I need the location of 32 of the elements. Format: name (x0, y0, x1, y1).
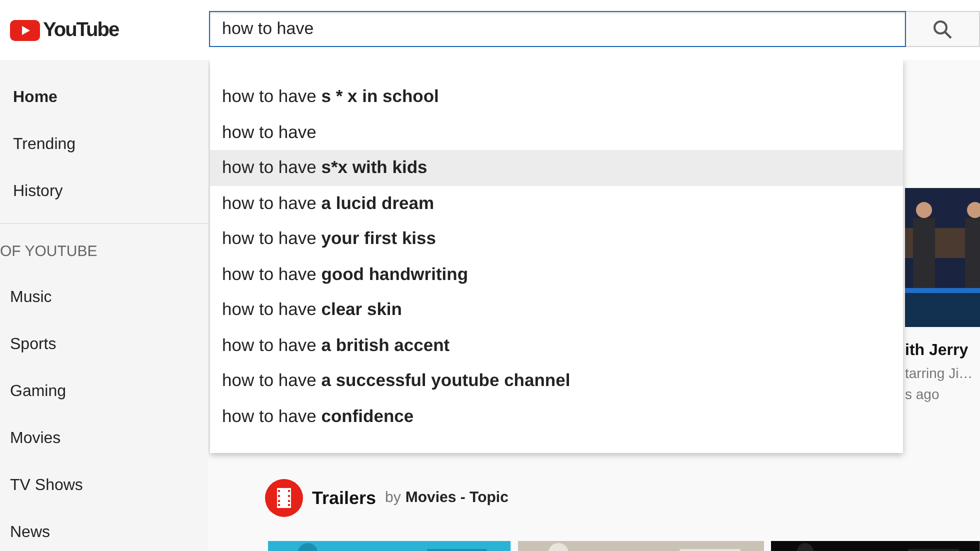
suggestion-item[interactable]: how to have good handwriting (210, 256, 903, 292)
sidebar-item[interactable]: Trending (0, 121, 208, 168)
sidebar-item[interactable]: History (0, 168, 208, 215)
suggestion-item[interactable]: how to have s * x in school (210, 79, 903, 114)
search-field[interactable]: how to have (209, 11, 906, 47)
shelf-title[interactable]: Trailers (312, 484, 376, 512)
film-icon (265, 479, 303, 517)
search-button[interactable] (906, 11, 980, 47)
suggestion-item[interactable]: how to have clear skin (210, 292, 903, 328)
suggestion-item[interactable]: how to have a british accent (210, 328, 903, 363)
suggestion-item[interactable]: how to have a successful youtube channel (210, 363, 903, 398)
sidebar-item[interactable]: Gaming (0, 368, 208, 415)
play-logo-icon (10, 20, 40, 40)
video-title[interactable]: ith Jerry (905, 339, 980, 363)
suggestion-item[interactable]: how to have (210, 114, 903, 150)
sidebar-item[interactable]: Music (0, 274, 208, 321)
video-meta: s ago (905, 385, 940, 404)
section-heading: OF YOUTUBE (0, 242, 98, 262)
sidebar-item[interactable]: TV Shows (0, 462, 208, 509)
video-meta: tarring Ji… (905, 364, 974, 383)
sidebar-item[interactable]: Home (0, 74, 208, 121)
logo-text[interactable]: YouTube (43, 15, 119, 45)
sidebar-item[interactable]: News (0, 509, 208, 551)
search-icon (933, 20, 952, 38)
suggestion-item[interactable]: how to have your first kiss (210, 221, 903, 256)
sidebar-item[interactable]: Movies (0, 415, 208, 462)
channel-link[interactable]: Movies - Topic (405, 489, 508, 506)
suggestion-item[interactable]: how to have a lucid dream (210, 186, 903, 221)
suggestion-item[interactable]: how to have s*x with kids (210, 150, 903, 186)
by-label: by (385, 489, 401, 506)
sidebar-item[interactable]: Sports (0, 321, 208, 368)
suggestion-item[interactable]: how to have confidence (210, 398, 903, 434)
